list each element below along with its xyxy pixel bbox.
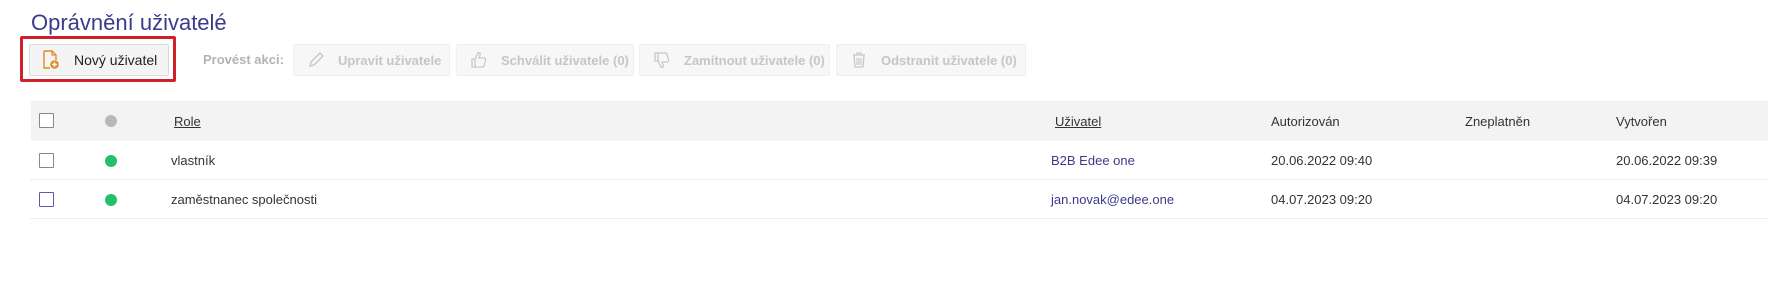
row-authorized: 20.06.2022 09:40 bbox=[1271, 153, 1373, 168]
new-user-label: Nový uživatel bbox=[74, 52, 158, 68]
select-all-checkbox[interactable] bbox=[39, 113, 54, 128]
column-created: Vytvořen bbox=[1616, 114, 1667, 129]
table-row[interactable]: vlastník B2B Edee one 20.06.2022 09:40 2… bbox=[31, 141, 1768, 180]
edit-user-label: Upravit uživatele bbox=[338, 52, 442, 68]
delete-user-button[interactable]: Odstranit uživatele (0) bbox=[836, 44, 1026, 76]
column-invalidated: Zneplatněn bbox=[1465, 114, 1531, 129]
row-user-link[interactable]: jan.novak@edee.one bbox=[1051, 192, 1174, 207]
thumbs-up-icon bbox=[471, 51, 487, 68]
approve-user-button[interactable]: Schválit uživatele (0) bbox=[456, 44, 634, 76]
edit-user-button[interactable]: Upravit uživatele bbox=[293, 44, 450, 76]
reject-user-label: Zamítnout uživatele (0) bbox=[684, 52, 825, 68]
column-role[interactable]: Role bbox=[174, 114, 201, 129]
row-checkbox[interactable] bbox=[39, 153, 54, 168]
delete-user-label: Odstranit uživatele (0) bbox=[881, 52, 1017, 68]
new-user-button[interactable]: Nový uživatel bbox=[29, 44, 169, 76]
table-row[interactable]: zaměstnanec společnosti jan.novak@edee.o… bbox=[31, 180, 1768, 219]
row-role: zaměstnanec společnosti bbox=[171, 192, 317, 207]
table-header: Role Uživatel Autorizován Zneplatněn Vyt… bbox=[31, 101, 1768, 141]
row-authorized: 04.07.2023 09:20 bbox=[1271, 192, 1373, 207]
row-checkbox[interactable] bbox=[39, 192, 54, 207]
pencil-icon bbox=[309, 52, 324, 67]
row-role: vlastník bbox=[171, 153, 216, 168]
approve-user-label: Schválit uživatele (0) bbox=[501, 52, 629, 68]
thumbs-down-icon bbox=[654, 52, 670, 69]
column-authorized: Autorizován bbox=[1271, 114, 1340, 129]
status-dot bbox=[105, 194, 117, 206]
page-title: Oprávnění uživatelé bbox=[31, 10, 227, 35]
status-header-dot bbox=[105, 115, 117, 127]
column-user[interactable]: Uživatel bbox=[1055, 114, 1101, 129]
trash-icon bbox=[853, 52, 865, 68]
row-created: 20.06.2022 09:39 bbox=[1616, 153, 1718, 168]
row-user-link[interactable]: B2B Edee one bbox=[1051, 153, 1135, 168]
reject-user-button[interactable]: Zamítnout uživatele (0) bbox=[639, 44, 830, 76]
new-document-icon bbox=[43, 50, 59, 69]
row-created: 04.07.2023 09:20 bbox=[1616, 192, 1718, 207]
actions-label: Provést akci: bbox=[203, 52, 284, 67]
status-dot bbox=[105, 155, 117, 167]
